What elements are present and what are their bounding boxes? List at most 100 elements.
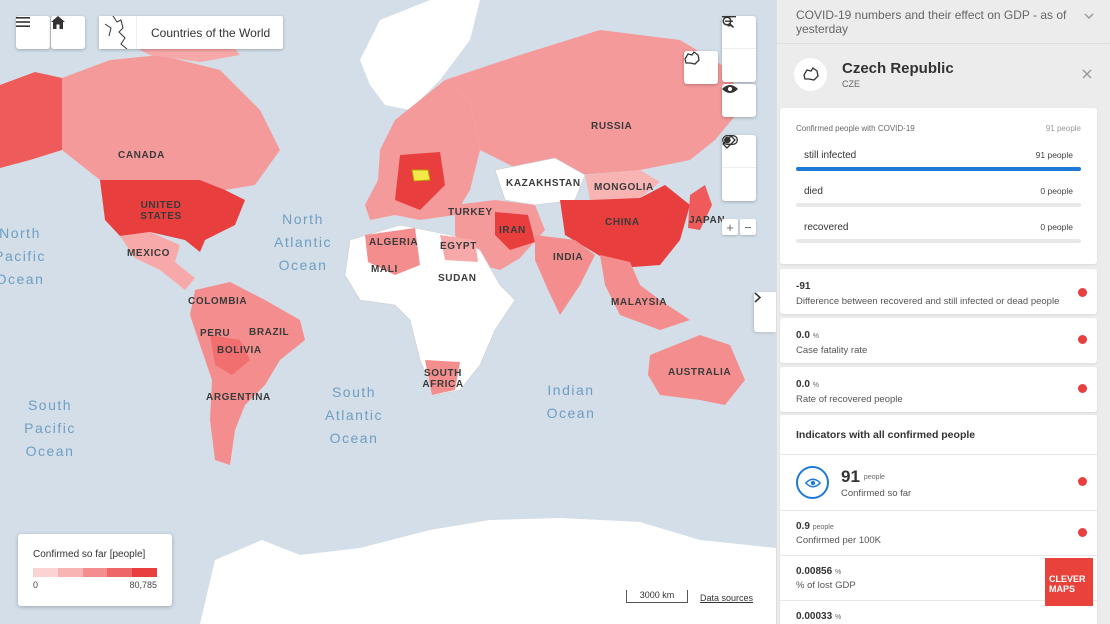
legend-swatch-1 [33, 568, 58, 577]
country-label-canada: CANADA [118, 150, 165, 161]
indicator-value: 0.0 % [796, 330, 819, 341]
country-shape-icon [802, 67, 819, 81]
legend-swatch-4 [107, 568, 133, 577]
indicator-row-per-100k[interactable]: 0.9 people Confirmed per 100K [780, 511, 1097, 556]
breakdown-progress-track [796, 167, 1081, 171]
breakdown-progress-track [796, 203, 1081, 207]
country-label-china: CHINA [605, 217, 640, 228]
confirmed-so-far-label: Confirmed so far [841, 487, 912, 499]
indicator-card-recovered-rate[interactable]: 0.0 % Rate of recovered people [780, 367, 1097, 412]
eye-icon [722, 85, 738, 93]
breakdown-row-recovered[interactable]: recovered 0 people [796, 222, 1081, 243]
country-label-egypt: EGYPT [440, 241, 477, 252]
project-title: Countries of the World [151, 25, 271, 40]
canada-shape[interactable] [62, 55, 280, 190]
map-canvas[interactable]: North Pacific Ocean North Atlantic Ocean… [0, 0, 776, 624]
eye-icon [804, 478, 821, 487]
legend-swatch-2 [57, 568, 83, 577]
breakdown-label: died [804, 186, 823, 197]
measure-tools-group [722, 135, 756, 201]
ocean-label-south-atlantic: South Atlantic Ocean [325, 384, 383, 446]
map-legend: Confirmed so far [people] 0 80,785 [18, 534, 172, 606]
eye-badge [796, 466, 829, 499]
legend-title: Confirmed so far [people] [33, 549, 146, 560]
indicator-status-dot [1078, 528, 1087, 537]
indicator-value: 0.9 [796, 521, 810, 532]
map-tools-group [722, 16, 756, 82]
confirmed-so-far-unit: people [863, 473, 885, 481]
indicator-value: -91 [796, 281, 811, 292]
country-label-mali: MALI [371, 264, 398, 275]
select-country-button[interactable] [684, 51, 718, 84]
country-label-bolivia: BOLIVIA [217, 345, 262, 356]
mexico-shape[interactable] [120, 232, 195, 290]
filter-button[interactable] [722, 16, 756, 82]
southeast-asia-shape[interactable] [600, 255, 690, 330]
hamburger-icon [16, 17, 30, 27]
country-name: Czech Republic [842, 59, 954, 77]
chevron-right-icon [754, 292, 761, 303]
dashboard-title: COVID-19 numbers and their effect on GDP… [796, 8, 1067, 36]
indicator-value: 0.00856 [796, 566, 833, 577]
country-label-sudan: SUDAN [438, 273, 477, 284]
country-shape-icon [684, 51, 700, 65]
alaska-shape[interactable] [0, 72, 62, 168]
indicator-description: Difference between recovered and still i… [796, 296, 1060, 307]
close-country-button[interactable] [1082, 66, 1092, 82]
measure-button[interactable] [722, 135, 756, 201]
czech-republic-highlight[interactable] [411, 169, 431, 182]
country-code: CZE [842, 78, 860, 89]
ocean-label-south-pacific: South Pacific Ocean [24, 397, 76, 459]
country-label-turkey: TURKEY [448, 207, 493, 218]
clevermaps-logo[interactable]: CLEVER MAPS [1045, 558, 1093, 606]
ruler-icon [722, 135, 736, 149]
indicator-value: 0.0 % [796, 379, 819, 390]
country-label-brazil: BRAZIL [249, 327, 290, 338]
home-button[interactable] [51, 16, 85, 49]
indicator-status-dot [1078, 288, 1087, 297]
zoom-out-button[interactable]: − [740, 219, 756, 235]
data-sources-link[interactable]: Data sources [700, 593, 753, 603]
legend-max: 80,785 [129, 580, 157, 590]
chevron-down-icon[interactable] [1084, 13, 1094, 19]
indicator-card-difference[interactable]: -91 Difference between recovered and sti… [780, 269, 1097, 314]
indicator-card-fatality-rate[interactable]: 0.0 % Case fatality rate [780, 318, 1097, 363]
country-label-kazakhstan: KAZAKHSTAN [506, 178, 581, 189]
breakdown-value: 0 people [1040, 222, 1073, 232]
confirmed-breakdown-card: Confirmed people with COVID-19 91 people… [780, 108, 1097, 264]
zoom-in-button[interactable]: + [722, 219, 738, 235]
confirmed-so-far-row[interactable]: 91 people Confirmed so far [780, 455, 1097, 511]
world-map[interactable] [0, 0, 776, 624]
project-title-card[interactable]: Countries of the World [99, 16, 283, 49]
zoom-controls: + − [722, 219, 756, 235]
filter-icon [722, 16, 736, 27]
breakdown-row-still-infected[interactable]: still infected 91 people [796, 150, 1081, 171]
dashboard-header[interactable]: COVID-19 numbers and their effect on GDP… [777, 0, 1110, 44]
indicator-status-dot [1078, 477, 1087, 486]
panel-collapse-button[interactable] [754, 292, 776, 332]
view-tools-group [722, 84, 756, 117]
side-panel: COVID-19 numbers and their effect on GDP… [776, 0, 1110, 624]
country-label-peru: PERU [200, 328, 231, 339]
legend-swatch-5 [132, 568, 157, 577]
confirmed-label: Confirmed people with COVID-19 [796, 124, 915, 133]
country-label-japan: JAPAN [689, 215, 726, 226]
indicator-unit: % [834, 569, 842, 576]
indicator-status-dot [1078, 335, 1087, 344]
country-label-australia: AUSTRALIA [668, 367, 732, 378]
breakdown-label: still infected [804, 150, 857, 161]
close-icon [1082, 69, 1092, 79]
breakdown-value: 91 people [1035, 150, 1073, 160]
south-america-shape[interactable] [190, 282, 305, 465]
breakdown-row-died[interactable]: died 0 people [796, 186, 1081, 207]
confirmed-value: 91 people [1045, 124, 1081, 133]
breakdown-progress-track [796, 239, 1081, 243]
country-label-iran: IRAN [499, 225, 526, 236]
country-label-russia: RUSSIA [591, 121, 633, 132]
scale-bar: 3000 km [626, 590, 688, 603]
indicator-description: Rate of recovered people [796, 394, 903, 405]
breakdown-label: recovered [804, 222, 849, 233]
visibility-button[interactable] [722, 84, 756, 117]
project-thumbnail [99, 16, 137, 49]
menu-button[interactable] [16, 16, 50, 49]
